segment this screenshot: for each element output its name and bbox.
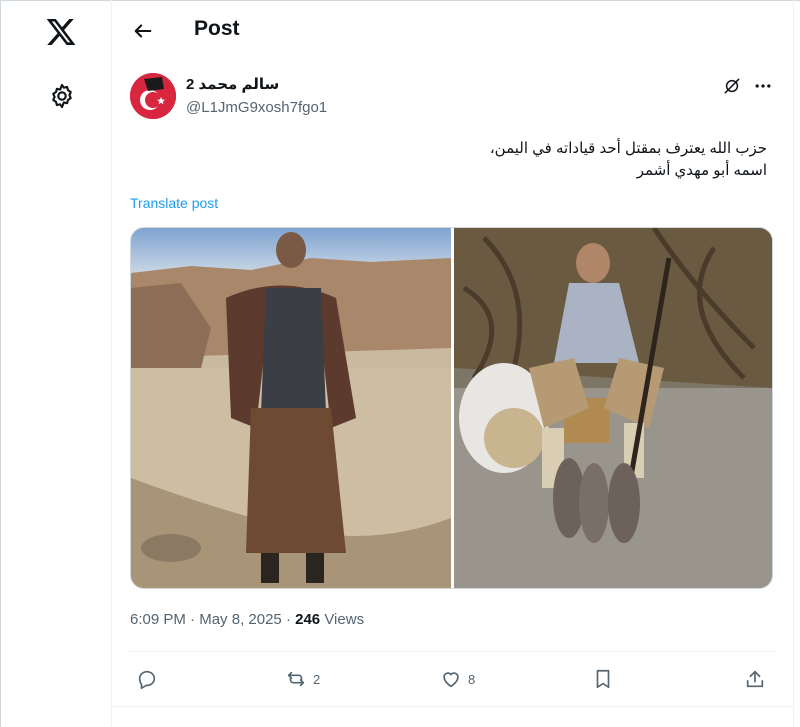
left-navigation-rail	[0, 0, 112, 727]
views-label: Views	[324, 611, 365, 628]
share-button[interactable]	[744, 668, 766, 690]
meta-separator: ·	[190, 611, 200, 628]
like-count: 8	[468, 671, 476, 687]
bookmark-button[interactable]	[592, 668, 614, 690]
post-meta: 6:09 PM · May 8, 2025 · 246 Views	[130, 611, 364, 628]
heart-icon	[443, 672, 459, 688]
repost-count: 2	[313, 671, 321, 687]
post-media-grid	[130, 227, 773, 589]
post-actions-bar: 2 8	[130, 660, 775, 700]
media-photo-1[interactable]	[131, 228, 451, 588]
bookmark-icon	[596, 669, 610, 689]
gear-icon[interactable]	[48, 82, 76, 110]
repost-button[interactable]: 2	[285, 668, 320, 690]
post-text: حزب الله يعترف بمقتل أحد قياداته في اليم…	[489, 140, 767, 179]
back-arrow-icon[interactable]	[132, 20, 154, 42]
translate-post-link[interactable]: Translate post	[130, 195, 218, 211]
avatar[interactable]	[130, 73, 176, 119]
meta-separator: ·	[285, 611, 296, 628]
divider	[130, 651, 775, 652]
like-button[interactable]: 8	[440, 668, 475, 690]
media-photo-2[interactable]	[454, 228, 772, 588]
post-date[interactable]: May 8, 2025	[199, 611, 282, 628]
views-count: 246	[295, 611, 321, 628]
x-logo-icon[interactable]	[45, 16, 77, 48]
reply-icon	[138, 670, 156, 689]
grok-icon[interactable]	[722, 76, 742, 96]
post-time[interactable]: 6:09 PM	[130, 611, 186, 628]
post-header: Post	[112, 0, 794, 60]
page-title: Post	[194, 17, 240, 40]
share-icon	[746, 670, 764, 688]
repost-icon	[287, 671, 305, 687]
author-display-name[interactable]: سالم محمد 2	[186, 75, 279, 93]
main-column: Post سالم محمد 2 @L1JmG9xosh7fgo1 حزب ال…	[112, 0, 794, 727]
divider	[112, 706, 794, 707]
reply-button[interactable]	[136, 668, 164, 690]
author-handle[interactable]: @L1JmG9xosh7fgo1	[186, 99, 327, 116]
more-options-icon[interactable]	[752, 76, 774, 96]
